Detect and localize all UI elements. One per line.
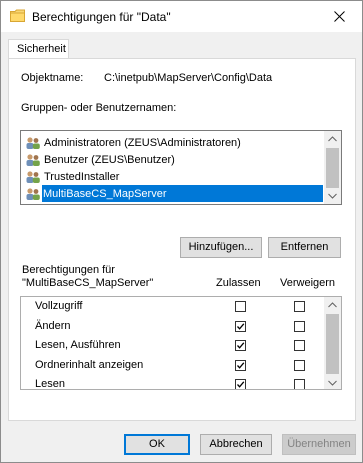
scroll-up-icon[interactable] [328,136,337,142]
groups-listbox[interactable]: Administratoren (ZEUS\Administratoren) B… [20,130,342,205]
deny-checkbox[interactable] [294,379,305,389]
permissions-scrollbar[interactable] [324,297,341,389]
list-item[interactable]: Benutzer (ZEUS\Benutzer) [25,151,175,168]
permission-name: Lesen, Ausführen [35,339,121,351]
group-name: MultiBaseCS_MapServer [43,187,167,200]
permissions-table: SchreibenLesenOrdnerinhalt anzeigenLesen… [20,296,342,390]
group-name: Administratoren (ZEUS\Administratoren) [44,136,241,149]
permission-row: Lesen, Ausführen [21,336,325,356]
checkmark-icon [237,322,245,330]
users-icon [26,188,40,200]
deny-checkbox[interactable] [294,340,305,351]
permission-name: Ändern [35,319,71,332]
allow-checkbox[interactable] [235,340,246,351]
add-button-label: Hinzufügen... [188,241,254,253]
folder-icon [10,9,25,22]
scroll-thumb[interactable] [326,148,339,188]
list-item-selected[interactable]: MultiBaseCS_MapServer [42,185,323,202]
scroll-up-icon[interactable] [328,302,337,308]
group-name: Benutzer (ZEUS\Benutzer) [44,153,175,166]
groups-label-text: Gruppen- oder Benutzernamen: [21,102,177,114]
permissions-title-line1: Berechtigungen für [22,264,115,276]
users-icon [26,136,40,149]
deny-checkbox[interactable] [294,359,305,371]
window-title: Berechtigungen für "Data" [32,10,171,24]
checkmark-icon [237,381,245,388]
permission-name: Lesen [35,378,65,390]
checkmark-icon [237,342,245,349]
checkmark-icon [237,361,245,369]
ok-button[interactable]: OK [124,434,190,455]
permission-row: Vollzugriff [21,297,325,317]
permission-row: Ändern [21,317,325,337]
permissions-title-line2: "MultiBaseCS_MapServer" [22,277,154,289]
deny-column-header: Verweigern [280,277,336,289]
scroll-thumb[interactable] [326,314,339,374]
object-name-value: C:\inetpub\MapServer\Config\Data [104,72,273,84]
apply-button-label: Übernehmen [287,438,351,450]
object-name-label: Objektname: [21,72,84,84]
ok-button-label: OK [149,438,165,450]
title-bar[interactable]: Berechtigungen für "Data" [1,1,362,32]
list-item[interactable]: TrustedInstaller [25,168,119,185]
allow-checkbox[interactable] [235,301,246,312]
tab-strip: Sicherheit [1,32,362,58]
close-button[interactable] [316,1,362,32]
close-icon [333,11,345,22]
permissions-dialog: Berechtigungen für "Data" Sicherheit Obj… [0,0,363,463]
scroll-down-icon[interactable] [328,380,337,386]
scroll-down-icon[interactable] [328,193,337,199]
tab-sicherheit[interactable]: Sicherheit [8,39,69,58]
allow-checkbox[interactable] [235,320,246,332]
remove-button[interactable]: Entfernen [268,237,341,258]
permission-name: Ordnerinhalt anzeigen [35,358,144,371]
users-icon [26,153,40,166]
remove-button-label: Entfernen [280,241,329,253]
allow-column-header: Zulassen [216,277,261,289]
permission-row: Lesen [21,375,325,390]
permission-row: Ordnerinhalt anzeigen [21,356,325,376]
deny-checkbox[interactable] [294,320,305,332]
cancel-button-label: Abbrechen [209,438,263,450]
groups-scrollbar[interactable] [324,131,341,204]
groups-label: Gruppen- oder Benutzernamen: [21,102,176,114]
list-item[interactable]: Administratoren (ZEUS\Administratoren) [25,134,241,151]
apply-button[interactable]: Übernehmen [282,434,356,455]
allow-checkbox[interactable] [235,379,246,389]
users-icon [26,170,40,183]
cancel-button[interactable]: Abbrechen [200,434,272,455]
deny-checkbox[interactable] [294,301,305,312]
add-button[interactable]: Hinzufügen... [180,237,262,258]
allow-checkbox[interactable] [235,359,246,371]
permission-name: Vollzugriff [35,300,83,312]
group-name: TrustedInstaller [44,170,120,183]
